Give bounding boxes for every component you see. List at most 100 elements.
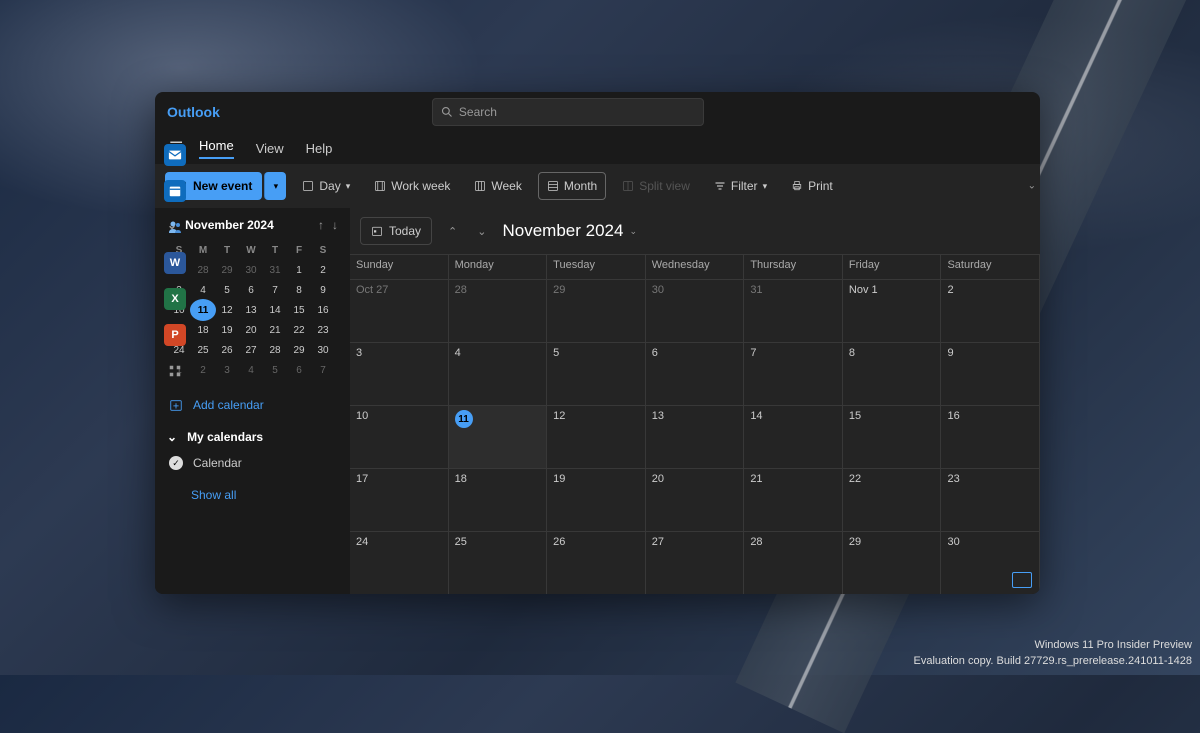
calendar-day-cell[interactable]: 11 bbox=[449, 406, 548, 468]
mini-cal-day[interactable]: 19 bbox=[215, 320, 239, 340]
calendar-day-cell[interactable]: 31 bbox=[744, 280, 843, 342]
add-calendar-button[interactable]: Add calendar bbox=[167, 398, 338, 412]
calendar-day-cell[interactable]: 5 bbox=[547, 343, 646, 405]
my-calendars-section[interactable]: ⌄ My calendars bbox=[167, 430, 338, 444]
mini-cal-day[interactable]: 7 bbox=[263, 280, 287, 300]
mini-cal-day[interactable]: 5 bbox=[263, 360, 287, 380]
search-input[interactable]: Search bbox=[432, 98, 704, 126]
calendar-day-cell[interactable]: 21 bbox=[744, 469, 843, 531]
calendar-day-cell[interactable]: 29 bbox=[843, 532, 942, 594]
calendar-day-cell[interactable]: 8 bbox=[843, 343, 942, 405]
calendar-day-cell[interactable]: 9 bbox=[941, 343, 1040, 405]
mini-cal-day[interactable]: 8 bbox=[287, 280, 311, 300]
menu-view[interactable]: View bbox=[256, 141, 284, 156]
powerpoint-app-icon[interactable]: P bbox=[164, 324, 186, 346]
calendar-day-cell[interactable]: 18 bbox=[449, 469, 548, 531]
calendar-day-cell[interactable]: 3 bbox=[350, 343, 449, 405]
people-app-icon[interactable] bbox=[164, 216, 186, 238]
calendar-day-cell[interactable]: 17 bbox=[350, 469, 449, 531]
next-month-button[interactable]: ↓ bbox=[332, 218, 338, 232]
mini-cal-day[interactable]: 22 bbox=[287, 320, 311, 340]
view-week-button[interactable]: Week bbox=[466, 172, 529, 200]
calendar-day-cell[interactable]: 26 bbox=[547, 532, 646, 594]
mini-cal-day[interactable]: 21 bbox=[263, 320, 287, 340]
month-title[interactable]: November 2024 ⌄ bbox=[502, 221, 637, 241]
mini-cal-day[interactable]: 12 bbox=[215, 300, 239, 320]
mini-cal-day[interactable]: 5 bbox=[215, 280, 239, 300]
mini-cal-day[interactable]: 2 bbox=[191, 360, 215, 380]
mini-cal-day[interactable]: 4 bbox=[191, 280, 215, 300]
mini-cal-day[interactable]: 7 bbox=[311, 360, 335, 380]
mini-cal-day[interactable]: 16 bbox=[311, 300, 335, 320]
mini-cal-day[interactable]: 6 bbox=[287, 360, 311, 380]
mini-cal-day[interactable]: 11 bbox=[191, 300, 215, 320]
mini-cal-day[interactable]: 30 bbox=[311, 340, 335, 360]
mini-cal-day[interactable]: 23 bbox=[311, 320, 335, 340]
toolbar-expand-button[interactable]: ⌄ bbox=[1028, 181, 1036, 192]
calendar-day-cell[interactable]: Oct 27 bbox=[350, 280, 449, 342]
mini-cal-day[interactable]: 14 bbox=[263, 300, 287, 320]
mini-cal-day[interactable]: 28 bbox=[191, 260, 215, 280]
mini-cal-day[interactable]: 6 bbox=[239, 280, 263, 300]
mini-cal-day[interactable]: 2 bbox=[311, 260, 335, 280]
calendar-day-cell[interactable]: 14 bbox=[744, 406, 843, 468]
calendar-day-cell[interactable]: 20 bbox=[646, 469, 745, 531]
mini-cal-day[interactable]: 31 bbox=[263, 260, 287, 280]
mini-cal-day[interactable]: 25 bbox=[191, 340, 215, 360]
mail-app-icon[interactable] bbox=[164, 144, 186, 166]
view-month-button[interactable]: Month bbox=[538, 172, 606, 200]
calendar-day-cell[interactable]: 28 bbox=[744, 532, 843, 594]
mini-cal-day[interactable]: 28 bbox=[263, 340, 287, 360]
calendar-day-cell[interactable]: 19 bbox=[547, 469, 646, 531]
more-apps-icon[interactable] bbox=[164, 360, 186, 382]
calendar-day-cell[interactable]: 13 bbox=[646, 406, 745, 468]
calendar-day-cell[interactable]: 12 bbox=[547, 406, 646, 468]
calendar-day-cell[interactable]: 6 bbox=[646, 343, 745, 405]
calendar-day-cell[interactable]: 2 bbox=[941, 280, 1040, 342]
calendar-day-cell[interactable]: 25 bbox=[449, 532, 548, 594]
mini-cal-day[interactable]: 29 bbox=[215, 260, 239, 280]
calendar-day-cell[interactable]: 10 bbox=[350, 406, 449, 468]
calendar-day-cell[interactable]: 16 bbox=[941, 406, 1040, 468]
new-event-dropdown[interactable]: ▾ bbox=[264, 172, 286, 200]
today-button[interactable]: Today bbox=[360, 217, 432, 245]
calendar-day-cell[interactable]: 30 bbox=[646, 280, 745, 342]
mini-cal-day[interactable]: 30 bbox=[239, 260, 263, 280]
calendar-day-cell[interactable]: 7 bbox=[744, 343, 843, 405]
calendar-day-cell[interactable]: 22 bbox=[843, 469, 942, 531]
view-workweek-button[interactable]: Work week bbox=[366, 172, 458, 200]
mini-cal-day[interactable]: 27 bbox=[239, 340, 263, 360]
calendar-day-cell[interactable]: 4 bbox=[449, 343, 548, 405]
excel-app-icon[interactable]: X bbox=[164, 288, 186, 310]
mini-cal-day[interactable]: 1 bbox=[287, 260, 311, 280]
mini-cal-day[interactable]: 13 bbox=[239, 300, 263, 320]
prev-month-button[interactable]: ↑ bbox=[318, 218, 324, 232]
mini-cal-day[interactable]: 26 bbox=[215, 340, 239, 360]
view-day-button[interactable]: Day▾ bbox=[294, 172, 358, 200]
calendar-day-cell[interactable]: 23 bbox=[941, 469, 1040, 531]
mini-cal-day[interactable]: 20 bbox=[239, 320, 263, 340]
show-all-link[interactable]: Show all bbox=[167, 488, 338, 502]
calendar-day-cell[interactable]: Nov 1 bbox=[843, 280, 942, 342]
calendar-day-cell[interactable]: 28 bbox=[449, 280, 548, 342]
layout-toggle-button[interactable] bbox=[1012, 572, 1032, 588]
calendar-day-cell[interactable]: 15 bbox=[843, 406, 942, 468]
mini-cal-day[interactable]: 3 bbox=[215, 360, 239, 380]
calendar-day-cell[interactable]: 27 bbox=[646, 532, 745, 594]
mini-cal-day[interactable]: 9 bbox=[311, 280, 335, 300]
word-app-icon[interactable]: W bbox=[164, 252, 186, 274]
mini-cal-day[interactable]: 15 bbox=[287, 300, 311, 320]
menu-help[interactable]: Help bbox=[306, 141, 333, 156]
mini-cal-day[interactable]: 18 bbox=[191, 320, 215, 340]
menu-home[interactable]: Home bbox=[199, 138, 234, 159]
calendar-day-cell[interactable]: 29 bbox=[547, 280, 646, 342]
mini-cal-day[interactable]: 4 bbox=[239, 360, 263, 380]
calendar-app-icon[interactable] bbox=[164, 180, 186, 202]
filter-button[interactable]: Filter▾ bbox=[706, 172, 775, 200]
print-button[interactable]: Print bbox=[783, 172, 841, 200]
calendar-list-item[interactable]: ✓ Calendar bbox=[167, 456, 338, 470]
mini-cal-day[interactable]: 29 bbox=[287, 340, 311, 360]
calendar-day-cell[interactable]: 24 bbox=[350, 532, 449, 594]
next-period-button[interactable]: ⌄ bbox=[473, 225, 490, 238]
prev-period-button[interactable]: ⌃ bbox=[444, 225, 461, 238]
